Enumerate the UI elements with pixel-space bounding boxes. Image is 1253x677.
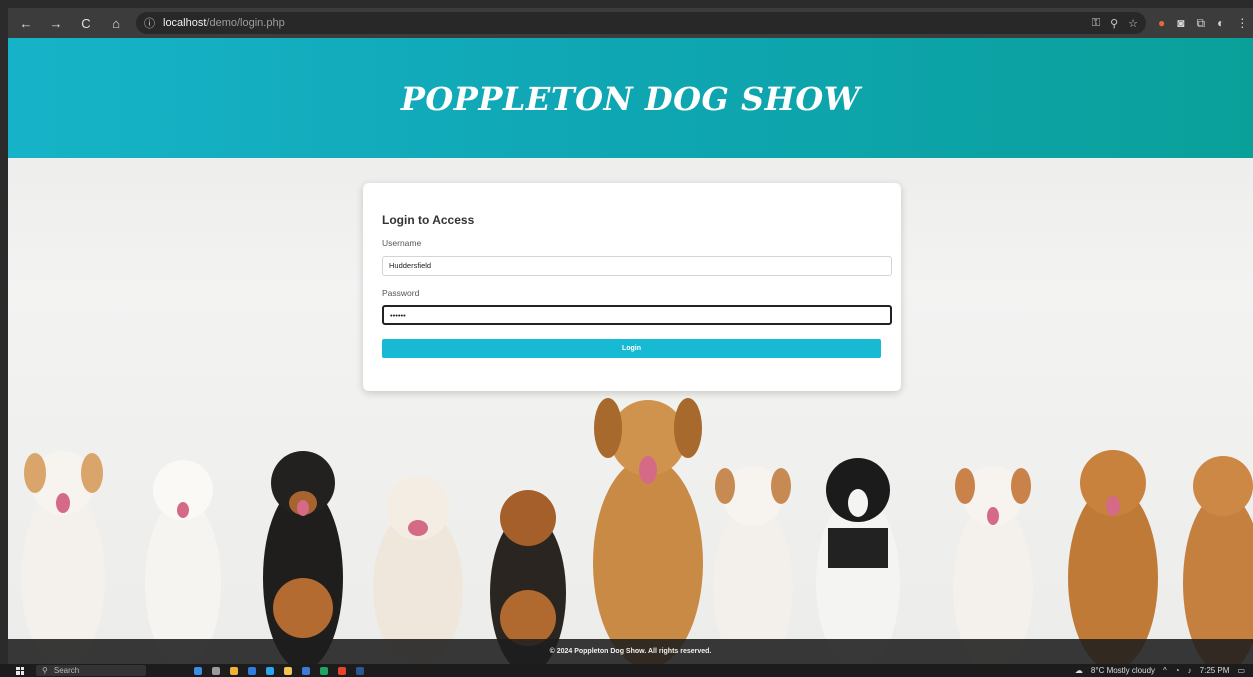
taskbar-search-placeholder: Search [53, 666, 80, 675]
url-path: /demo/login.php [206, 17, 285, 29]
chrome-icon[interactable] [338, 666, 346, 675]
dogs-background-image [21, 398, 1253, 664]
dog-9 [953, 466, 1033, 664]
omnibox-actions: ⚿ ⚲ ☆ [1092, 17, 1138, 30]
wifi-icon[interactable]: ◔ [1175, 666, 1180, 675]
puzzle-extensions-icon[interactable]: ⧉ [1197, 16, 1206, 31]
app-icon[interactable] [302, 666, 310, 675]
address-bar[interactable]: ⓘ localhost /demo/login.php ⚿ ⚲ ☆ [136, 12, 1146, 34]
username-field[interactable] [382, 255, 892, 276]
site-footer: © 2024 Poppleton Dog Show. All rights re… [8, 639, 1253, 664]
notifications-icon[interactable]: ▭ [1237, 666, 1245, 675]
login-form: Login to Access Username Password Login [363, 183, 901, 391]
password-key-icon[interactable]: ⚿ [1092, 17, 1100, 30]
site-header: POPPLETON DOG SHOW [8, 38, 1253, 158]
clock-time[interactable]: 7:25 PM [1200, 666, 1230, 675]
weather-text[interactable]: 8°C Mostly cloudy [1091, 666, 1155, 675]
system-tray: ☁ 8°C Mostly cloudy ^ ◔ ♪ 7:25 PM ▭ [1075, 666, 1245, 675]
profile-avatar-icon[interactable]: ◐ [1217, 16, 1224, 30]
login-button[interactable]: Login [382, 339, 881, 358]
extension-icon[interactable]: ● [1158, 16, 1165, 30]
browser-nav: ← → C ⌂ [8, 16, 124, 31]
app-icon[interactable] [230, 666, 238, 675]
windows-start-icon[interactable] [16, 666, 24, 675]
dog-11 [1183, 456, 1253, 664]
dog-7 [713, 466, 793, 664]
task-view-icon[interactable] [212, 666, 220, 675]
dog-4 [373, 476, 463, 664]
password-label: Password [382, 287, 420, 298]
forward-arrow-icon[interactable]: → [48, 16, 64, 31]
page-viewport: POPPLETON DOG SHOW Login to Access Usern… [8, 38, 1253, 664]
app-icon[interactable] [248, 666, 256, 675]
site-title: POPPLETON DOG SHOW [400, 80, 861, 118]
app-icon[interactable] [320, 666, 328, 675]
browser-toolbar: ← → C ⌂ ⓘ localhost /demo/login.php ⚿ ⚲ … [8, 8, 1253, 38]
site-info-icon[interactable]: ⓘ [144, 15, 155, 31]
app-icon[interactable] [356, 666, 364, 675]
menu-kebab-icon[interactable]: ⋮ [1236, 16, 1248, 30]
os-taskbar: ⚲ Search ☁ 8°C Mostly cloudy ^ ◔ ♪ 7:25 … [0, 664, 1253, 677]
taskbar-search[interactable]: ⚲ Search [36, 665, 146, 676]
app-icon[interactable] [266, 666, 274, 675]
zoom-icon[interactable]: ⚲ [1110, 17, 1118, 30]
extensions-area: ● ◙ ⧉ ◐ ⋮ [1158, 16, 1248, 31]
dog-8 [816, 458, 900, 664]
footer-copyright: © 2024 Poppleton Dog Show. All rights re… [549, 648, 712, 655]
dog-10 [1068, 450, 1158, 664]
dog-3 [263, 451, 343, 664]
search-icon: ⚲ [42, 666, 48, 675]
volume-icon[interactable]: ♪ [1188, 666, 1192, 675]
reload-icon[interactable]: C [78, 16, 94, 31]
login-heading: Login to Access [382, 213, 475, 227]
chevron-up-icon[interactable]: ^ [1163, 666, 1167, 675]
back-arrow-icon[interactable]: ← [18, 16, 34, 31]
password-field[interactable] [382, 305, 892, 325]
bookmark-star-icon[interactable]: ☆ [1128, 17, 1138, 30]
taskbar-apps [194, 666, 364, 675]
dog-2 [145, 460, 221, 664]
file-explorer-icon[interactable] [284, 666, 292, 675]
home-icon[interactable]: ⌂ [108, 16, 124, 31]
app-icon[interactable] [194, 666, 202, 675]
dog-6 [593, 398, 703, 664]
dog-1 [21, 451, 105, 664]
weather-icon[interactable]: ☁ [1075, 666, 1083, 675]
camera-extension-icon[interactable]: ◙ [1177, 16, 1184, 30]
url-host: localhost [163, 17, 207, 29]
username-label: Username [382, 238, 422, 248]
dog-5 [490, 490, 566, 664]
